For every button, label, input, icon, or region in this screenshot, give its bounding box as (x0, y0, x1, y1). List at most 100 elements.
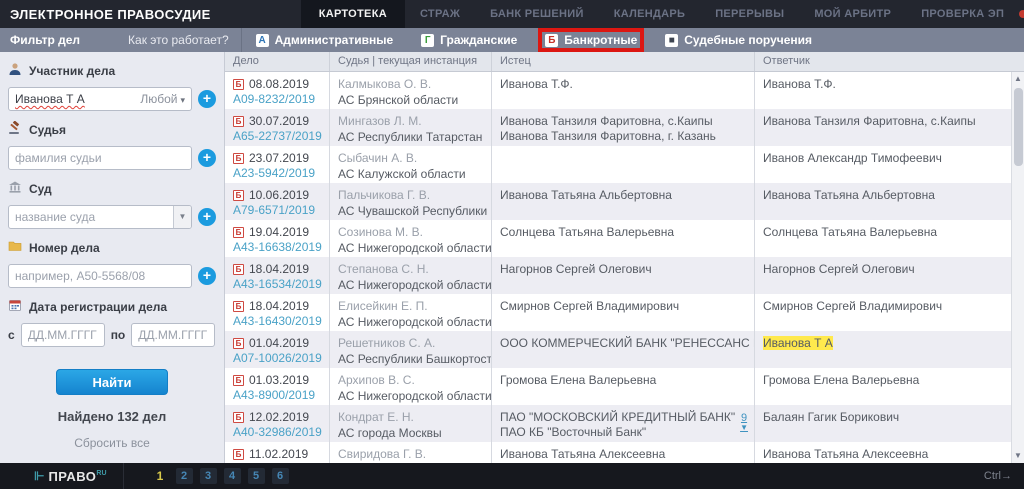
nav-item-мой-арбитр[interactable]: МОЙ АРБИТР (799, 0, 906, 28)
add-court-button[interactable]: + (198, 208, 216, 226)
reg-date-section: Дата регистрации дела с по (0, 288, 224, 347)
bankruptcy-case-icon: Б (233, 153, 244, 164)
login-button[interactable]: ВОЙТИ (1019, 8, 1024, 20)
plaintiff-name: Иванова Танзиля Фаритовна, с.Каипы (500, 114, 746, 129)
participant-input[interactable]: Иванова Т А Любой (8, 87, 192, 111)
defendant-name: Смирнов Сергей Владимирович (763, 299, 1016, 314)
judge-cell: Сыбачин А. В.АС Калужской области (330, 146, 492, 183)
cases-table: ДелоСудья | текущая инстанцияИстецОтветч… (225, 52, 1024, 463)
tab-административные[interactable]: ААдминистративные (253, 32, 397, 48)
case-date: 18.04.2019 (249, 262, 309, 276)
tab-label: Административные (275, 33, 394, 47)
nav-item-банк-решений[interactable]: БАНК РЕШЕНИЙ (475, 0, 599, 28)
plaintiff-name: ПАО КБ "Восточный Банк" (500, 425, 746, 440)
case-cell: Б 23.07.2019А23-5942/2019 (225, 146, 330, 183)
pagination: 123456 (152, 468, 289, 484)
plaintiff-cell: Нагорнов Сергей Олегович (492, 257, 755, 294)
bankruptcy-case-icon: Б (233, 264, 244, 275)
case-number-link[interactable]: А07-10026/2019 (233, 350, 321, 367)
nav-item-страж[interactable]: СТРАЖ (405, 0, 475, 28)
app-window: ЭЛЕКТРОННОЕ ПРАВОСУДИЕ КАРТОТЕКАСТРАЖБАН… (0, 0, 1024, 489)
defendant-name: Громова Елена Валерьевна (763, 373, 1016, 388)
case-number-link[interactable]: А23-5942/2019 (233, 165, 321, 182)
search-button[interactable]: Найти (56, 369, 168, 395)
page-1[interactable]: 1 (152, 468, 169, 484)
case-date: 18.04.2019 (249, 299, 309, 313)
results-count: Найдено 132 дел (0, 409, 224, 424)
case-cell: Б12.02.2019А40-32986/2019 (225, 405, 330, 442)
page-2[interactable]: 2 (176, 468, 193, 484)
judge-cell: Елисейкин Е. П.АС Нижегородской области (330, 294, 492, 331)
how-it-works-link[interactable]: Как это работает? (128, 33, 229, 47)
nav-item-перерывы[interactable]: ПЕРЕРЫВЫ (700, 0, 799, 28)
add-case-number-button[interactable]: + (198, 267, 216, 285)
defendant-cell: Смирнов Сергей Владимирович (755, 294, 1024, 331)
page-4[interactable]: 4 (224, 468, 241, 484)
plaintiff-cell: Иванова Т.Ф. (492, 72, 755, 109)
case-number-link[interactable]: А43-16534/2019 (233, 276, 321, 293)
more-parties-badge[interactable]: 9▼ (740, 413, 748, 433)
case-number-link[interactable]: А43-16638/2019 (233, 239, 321, 256)
defendant-name: Иванова Т А (763, 336, 1016, 351)
table-row: Б30.07.2019А65-22737/2019Мингазов Л. М.А… (225, 109, 1024, 146)
case-number-link[interactable]: А43-8900/2019 (233, 387, 321, 404)
case-cell: Б18.04.2019А43-16430/2019 (225, 294, 330, 331)
case-number-link[interactable]: А40-32986/2019 (233, 424, 321, 441)
page-6[interactable]: 6 (272, 468, 289, 484)
case-date: 19.04.2019 (249, 225, 309, 239)
search-sidebar: Участник дела Иванова Т А Любой + Судья … (0, 52, 225, 463)
case-cell: Б01.03.2019А43-8900/2019 (225, 368, 330, 405)
case-date: 08.08.2019 (249, 77, 309, 91)
table-row: Б10.06.2019А79-6571/2019Пальчикова Г. В.… (225, 183, 1024, 220)
judge-gavel-icon (8, 121, 22, 138)
page-5[interactable]: 5 (248, 468, 265, 484)
defendant-name: Иванова Т.Ф. (763, 77, 1016, 92)
case-type-letter-icon: Б (545, 34, 558, 47)
pravo-logo[interactable]: ⊩ ПРАВО RU (0, 469, 107, 484)
bankruptcy-case-icon: Б (233, 190, 244, 201)
case-date: 23.07.2019 (249, 151, 309, 165)
case-number-link[interactable]: А65-22737/2019 (233, 128, 321, 145)
scroll-down-icon[interactable]: ▼ (1012, 449, 1024, 463)
plaintiff-cell: Иванова Татьяна Альбертовна (492, 183, 755, 220)
judge-input[interactable] (8, 146, 192, 170)
court-input[interactable] (8, 205, 192, 229)
tab-гражданские[interactable]: ГГражданские (418, 32, 520, 48)
nav-item-проверка-эп[interactable]: ПРОВЕРКА ЭП (906, 0, 1019, 28)
case-date: 12.02.2019 (249, 410, 309, 424)
case-cell: Б08.08.2019А09-8232/2019 (225, 72, 330, 109)
tab-судебные-поручения[interactable]: ■Судебные поручения (662, 32, 815, 48)
date-from-input[interactable] (21, 323, 105, 347)
case-number-link[interactable]: А43-16430/2019 (233, 313, 321, 330)
login-status-icon (1019, 10, 1024, 18)
participant-type-dropdown[interactable]: Любой (140, 92, 185, 106)
vertical-scrollbar[interactable]: ▲ ▼ (1011, 72, 1024, 463)
table-header: ДелоСудья | текущая инстанцияИстецОтветч… (225, 52, 1024, 72)
court-label: Суд (29, 182, 52, 196)
page-3[interactable]: 3 (200, 468, 217, 484)
nav-item-календарь[interactable]: КАЛЕНДАРЬ (599, 0, 701, 28)
add-participant-button[interactable]: + (198, 90, 216, 108)
case-date: 01.03.2019 (249, 373, 309, 387)
reset-all-link[interactable]: Сбросить все (0, 436, 224, 450)
court-dropdown-button[interactable]: ▼ (173, 206, 191, 228)
court-name: АС Нижегородской области (338, 277, 483, 293)
court-name: АС Чувашской Республики (338, 203, 483, 219)
nav-item-картотека[interactable]: КАРТОТЕКА (301, 0, 405, 28)
judge-cell: Мингазов Л. М.АС Республики Татарстан (330, 109, 492, 146)
column-header: Судья | текущая инстанция (330, 52, 492, 71)
chevron-down-icon: ▼ (740, 423, 748, 433)
scrollbar-thumb[interactable] (1014, 88, 1023, 166)
date-to-input[interactable] (131, 323, 215, 347)
case-number-link[interactable]: А09-8232/2019 (233, 91, 321, 108)
defendant-cell: Громова Елена Валерьевна (755, 368, 1024, 405)
add-judge-button[interactable]: + (198, 149, 216, 167)
case-number-link[interactable]: А79-6571/2019 (233, 202, 321, 219)
tab-банкротные[interactable]: ББанкротные (542, 32, 640, 48)
plaintiff-name: Иванова Т.Ф. (500, 77, 746, 92)
defendant-cell: Иванова Т А (755, 331, 1024, 368)
judge-name: Калмыкова О. В. (338, 77, 483, 92)
case-number-input[interactable] (8, 264, 192, 288)
court-name: АС Республики Татарстан (338, 129, 483, 145)
scroll-up-icon[interactable]: ▲ (1012, 72, 1024, 86)
